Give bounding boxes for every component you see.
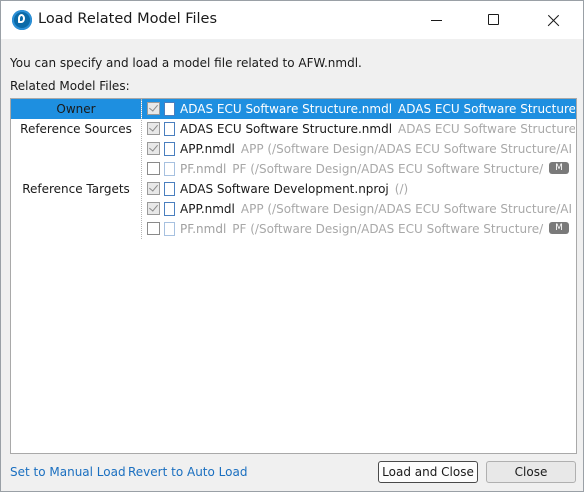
file-row[interactable]: ADAS Software Development.nproj (/): [147, 179, 575, 199]
maximize-button[interactable]: [471, 1, 517, 39]
related-files-label: Related Model Files:: [10, 79, 130, 93]
file-name: ADAS ECU Software Structure.nmdl: [180, 102, 393, 116]
file-icon: [164, 181, 175, 196]
checkbox[interactable]: [147, 142, 160, 155]
file-path: APP (/Software Design/ADAS ECU Software …: [240, 202, 573, 216]
checkbox[interactable]: [147, 102, 160, 115]
modified-badge: M: [549, 222, 569, 234]
column-divider: [141, 99, 142, 239]
load-and-close-button[interactable]: Load and Close: [378, 461, 478, 483]
file-row[interactable]: APP.nmdl APP (/Software Design/ADAS ECU S…: [147, 199, 575, 219]
file-path: ADAS ECU Software Structure: [398, 122, 575, 136]
dialog-window: Load Related Model Files You can specify…: [0, 0, 584, 492]
file-name: ADAS ECU Software Structure.nmdl: [180, 122, 393, 136]
category-owner[interactable]: Owner: [11, 99, 141, 119]
category-reference-targets[interactable]: Reference Targets: [11, 179, 141, 199]
file-name: PF.nmdl: [180, 162, 227, 176]
modified-badge: M: [549, 162, 569, 174]
file-name: ADAS Software Development.nproj: [180, 182, 389, 196]
file-icon: [164, 121, 175, 136]
file-icon: [164, 221, 175, 236]
category-reference-sources[interactable]: Reference Sources: [11, 119, 141, 139]
title-bar: Load Related Model Files: [1, 1, 583, 39]
related-files-list: Owner Reference Sources Reference Target…: [10, 98, 577, 454]
file-name: APP.nmdl: [180, 142, 235, 156]
file-path: PF (/Software Design/ADAS ECU Software S…: [232, 162, 544, 176]
checkbox[interactable]: [147, 182, 160, 195]
file-icon: [164, 101, 175, 116]
set-manual-load-link[interactable]: Set to Manual Load: [10, 465, 126, 479]
close-window-button[interactable]: [529, 1, 575, 39]
revert-auto-load-link[interactable]: Revert to Auto Load: [128, 465, 247, 479]
file-row[interactable]: ADAS ECU Software Structure.nmdl ADAS ECU…: [147, 119, 575, 139]
window-title: Load Related Model Files: [38, 11, 218, 27]
file-path: (/): [394, 182, 409, 196]
minimize-button[interactable]: [415, 1, 461, 39]
intro-text: You can specify and load a model file re…: [10, 56, 362, 70]
file-name: PF.nmdl: [180, 222, 227, 236]
app-logo-icon: [12, 10, 32, 30]
file-row[interactable]: PF.nmdl PF (/Software Design/ADAS ECU Sof…: [147, 159, 575, 179]
file-path: APP (/Software Design/ADAS ECU Software …: [240, 142, 573, 156]
file-row[interactable]: PF.nmdl PF (/Software Design/ADAS ECU Sof…: [147, 219, 575, 239]
file-path: PF (/Software Design/ADAS ECU Software S…: [232, 222, 544, 236]
file-icon: [164, 161, 175, 176]
file-name: APP.nmdl: [180, 202, 235, 216]
category-column: Owner Reference Sources Reference Target…: [11, 99, 141, 239]
file-row[interactable]: ADAS ECU Software Structure.nmdl ADAS ECU…: [147, 99, 575, 119]
close-button[interactable]: Close: [486, 461, 576, 483]
file-icon: [164, 201, 175, 216]
file-icon: [164, 141, 175, 156]
checkbox[interactable]: [147, 202, 160, 215]
file-path: ADAS ECU Software Structure: [398, 102, 575, 116]
checkbox[interactable]: [147, 122, 160, 135]
file-row[interactable]: APP.nmdl APP (/Software Design/ADAS ECU S…: [147, 139, 575, 159]
checkbox[interactable]: [147, 222, 160, 235]
checkbox[interactable]: [147, 162, 160, 175]
